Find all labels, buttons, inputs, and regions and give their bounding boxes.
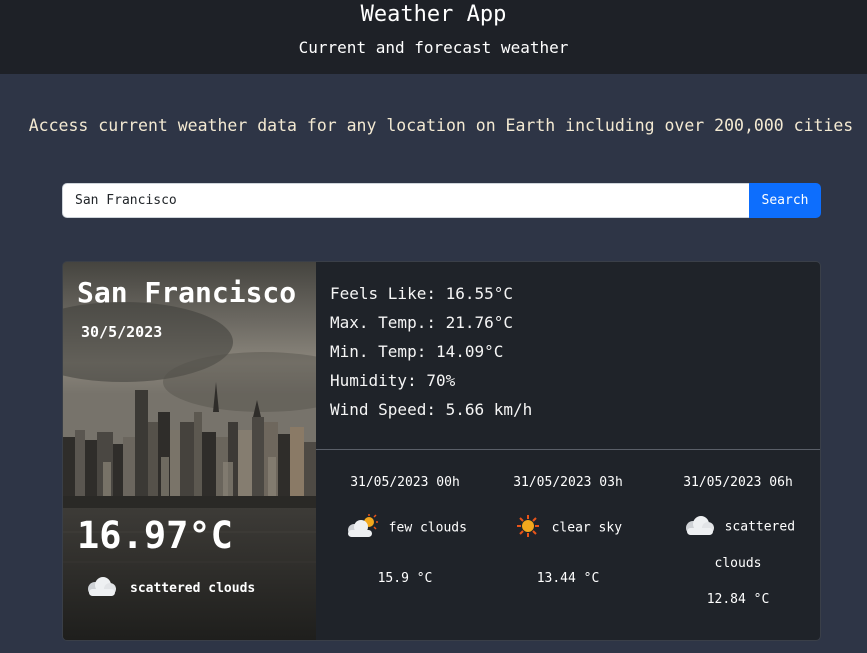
forecast-description-cont: clouds [714,556,762,571]
forecast-temp: 12.84 °C [706,592,770,607]
app-subtitle: Current and forecast weather [298,38,569,57]
city-name: San Francisco [77,276,297,309]
weather-details: Feels Like: 16.55°C Max. Temp.: 21.76°C … [330,282,532,427]
min-temp: Min. Temp: 14.09°C [330,342,504,361]
forecast-temp: 15.9 °C [377,571,433,586]
feels-like: Feels Like: 16.55°C [330,284,514,303]
forecast-time: 31/05/2023 03h [513,475,623,490]
weather-card: San Francisco 30/5/2023 16.97°C scattere… [62,261,821,641]
search-form: Search [62,183,821,218]
forecast-description: scattered [724,519,796,535]
current-temperature: 16.97°C [77,514,233,557]
few-clouds-icon [343,514,379,542]
forecast-description: few clouds [388,520,467,536]
current-description: scattered clouds [130,581,256,596]
forecast-item: 31/05/2023 06h scattered clouds 12.84 °C [654,450,820,640]
max-temp: Max. Temp.: 21.76°C [330,313,514,332]
forecast-temp: 13.44 °C [536,571,600,586]
forecast-description: clear sky [551,520,623,536]
clear-sky-icon [514,514,542,542]
app-title: Weather App [360,2,507,27]
forecast-item: 31/05/2023 03h clear sky 13.44 °C [484,450,652,640]
forecast-time: 31/05/2023 00h [350,475,460,490]
wind-speed: Wind Speed: 5.66 km/h [330,400,533,419]
app-header: Weather App Current and forecast weather [0,0,867,74]
search-button[interactable]: Search [749,183,821,218]
city-photo: San Francisco 30/5/2023 16.97°C scattere… [63,262,316,640]
current-date: 30/5/2023 [81,323,163,341]
search-input[interactable] [62,183,749,218]
forecast-item: 31/05/2023 00h few clouds 15.9 °C [321,450,489,640]
forecast-time: 31/05/2023 06h [683,475,793,490]
humidity: Humidity: 70% [330,371,456,390]
scattered-clouds-icon [681,514,715,540]
tagline: Access current weather data for any loca… [28,116,854,135]
